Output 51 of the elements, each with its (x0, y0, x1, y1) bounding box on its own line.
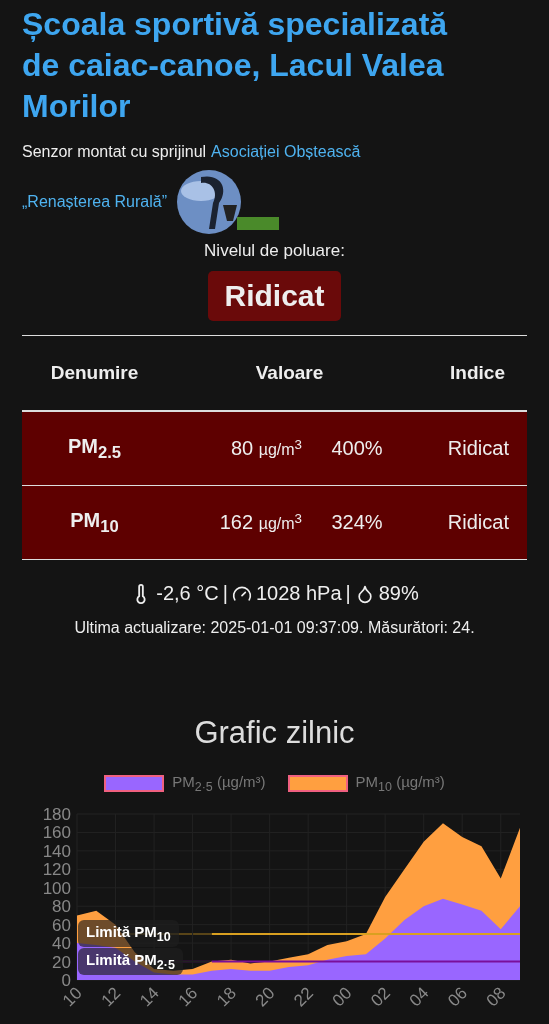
table-cell-text: PM$_{2.5}$ (66, 434, 123, 463)
axis-tick-label: 0 (61, 971, 71, 990)
legend-label[interactable]: PM$_{2·5}$ (µg/m³) (172, 773, 266, 794)
table-cell-text: 400% (330, 437, 384, 460)
axis-tick-label: 22 (290, 983, 317, 1011)
axis-tick-label: 180 (42, 805, 71, 824)
limit-label: Limită PM$_{2·5}$ (78, 947, 183, 975)
association-link[interactable]: „Renașterea Rurală” (22, 193, 167, 211)
page-title: Școala sportivă specializată de caiac-canoe, Lacul Valea Morilor (22, 5, 449, 126)
axis-tick-label: 100 (42, 878, 71, 898)
separator-text: | (222, 582, 228, 605)
table-cell-text: PM$_{10}$ (69, 508, 120, 537)
table-cell-text: Ridicat (446, 511, 510, 534)
column-header: Denumire (49, 362, 140, 384)
table-cell-text: 324% (330, 511, 384, 534)
axis-tick-label: 12 (97, 983, 125, 1011)
axis-tick-label: 20 (52, 952, 71, 972)
update-info: Ultima actualizare: 2025-01-01 09:37:09. Măsurători: 24. (73, 619, 476, 637)
table-cell-text: Ridicat (446, 437, 510, 460)
axis-tick-label: 14 (136, 983, 163, 1011)
axis-tick-label: 20 (251, 983, 279, 1011)
legend-label[interactable]: PM$_{10}$ (µg/m³) (355, 773, 445, 794)
legend-swatch[interactable] (287, 775, 348, 792)
sponsor-text: Senzor montat cu sprijinul (22, 142, 207, 162)
chart-title: Grafic zilnic (193, 715, 356, 751)
axis-tick-label: 60 (52, 915, 71, 935)
limit-label: Limită PM$_{10}$ (78, 919, 179, 947)
axis-tick-label: 16 (174, 983, 202, 1011)
axis-tick-label: 18 (213, 983, 240, 1011)
separator-text: | (345, 582, 351, 605)
axis-tick-label: 00 (328, 983, 356, 1011)
axis-tick-label: 04 (405, 983, 433, 1011)
axis-tick-label: 06 (444, 983, 472, 1011)
axis-tick-label: 08 (482, 983, 510, 1011)
axis-tick-label: 140 (42, 841, 71, 861)
column-header: Valoare (254, 362, 325, 384)
legend-swatch[interactable] (104, 775, 165, 792)
axis-tick-label: 160 (42, 823, 71, 843)
axis-tick-label: 120 (42, 860, 71, 880)
axis-tick-label: 40 (52, 934, 71, 954)
weather-reading: -2,6 °C (156, 582, 219, 605)
table-cell-text: 162 µg/m$^{3}$ (218, 510, 302, 535)
axis-tick-label: 02 (367, 983, 394, 1011)
table-cell-text: 80 µg/m$^{3}$ (229, 436, 302, 461)
pollution-label: Nivelul de poluare: (204, 241, 345, 261)
axis-tick-label: 80 (52, 897, 71, 917)
association-link[interactable]: Asociației Obștească (211, 139, 361, 165)
column-header: Indice (449, 362, 506, 384)
weather-reading: 1028 hPa (255, 582, 342, 605)
pollution-level-badge: Ridicat (208, 271, 341, 321)
weather-reading: 89% (378, 582, 419, 605)
